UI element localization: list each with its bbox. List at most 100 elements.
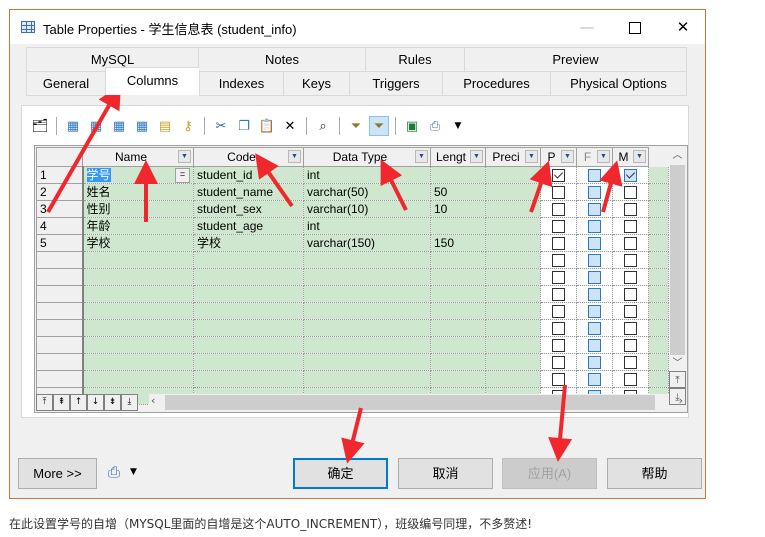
chevron-down-icon[interactable]: ▼ — [597, 150, 610, 163]
scroll-up-icon[interactable]: ︿ — [669, 147, 686, 164]
move-top-icon[interactable]: ⤒ — [669, 371, 686, 388]
empty-cell[interactable] — [485, 251, 541, 269]
checkbox-F[interactable] — [588, 220, 601, 234]
vertical-scrollbar[interactable]: ︿ ﹀ ⤒ ⤓ — [669, 147, 686, 405]
tab-keys[interactable]: Keys — [283, 71, 349, 96]
chevron-down-icon[interactable]: ▼ — [470, 150, 483, 163]
checkbox-P[interactable] — [552, 322, 565, 336]
checkbox-F[interactable] — [588, 271, 601, 285]
more-button[interactable]: More >> — [18, 458, 97, 489]
checkbox-M[interactable] — [624, 203, 637, 217]
cell-type[interactable]: int — [303, 217, 431, 235]
checkbox-M[interactable] — [624, 322, 637, 336]
empty-cell[interactable] — [430, 285, 486, 303]
empty-cell[interactable] — [193, 336, 304, 354]
tab-notes[interactable]: Notes — [198, 47, 365, 72]
checkbox-F[interactable] — [588, 203, 601, 217]
move-bottom-icon[interactable]: ⤓ — [669, 388, 686, 405]
checkbox-P[interactable] — [552, 254, 565, 268]
checkbox-P[interactable] — [552, 339, 565, 353]
empty-cell[interactable] — [485, 319, 541, 337]
cell-code[interactable]: student_id — [193, 166, 304, 184]
column-header-data-type[interactable]: Data Type ▼ — [303, 147, 431, 167]
page-down-icon[interactable]: ⇟ — [104, 394, 121, 411]
column-header-foreign[interactable]: F ▼ — [576, 147, 613, 167]
cell-name[interactable]: 年龄 — [82, 217, 194, 235]
chevron-down-icon[interactable]: ▼ — [178, 150, 191, 163]
empty-cell[interactable] — [430, 319, 486, 337]
checkbox-M[interactable] — [624, 220, 637, 234]
tab-procedures[interactable]: Procedures — [442, 71, 550, 96]
checkbox-M[interactable] — [624, 288, 637, 302]
checkbox-F[interactable] — [588, 288, 601, 302]
table-row[interactable]: 3 性别 student_sex varchar(10) 10 — [36, 200, 669, 218]
checkbox-P[interactable] — [552, 220, 565, 234]
ok-button[interactable]: 确定 — [293, 458, 388, 489]
cell-length[interactable] — [430, 217, 486, 235]
row-number[interactable]: 3 — [36, 200, 84, 218]
minimize-button[interactable]: — — [567, 16, 607, 38]
empty-cell[interactable] — [430, 302, 486, 320]
empty-cell[interactable] — [485, 302, 541, 320]
cell-code[interactable]: student_age — [193, 217, 304, 235]
vertical-scroll-thumb[interactable] — [670, 165, 685, 355]
delete-icon[interactable]: ✕ — [280, 116, 300, 136]
column-header-precision[interactable]: Preci ▼ — [485, 147, 541, 167]
checkbox-P[interactable] — [552, 288, 565, 302]
empty-cell[interactable] — [193, 268, 304, 286]
empty-cell[interactable] — [82, 370, 194, 388]
table-row[interactable]: 2 姓名 student_name varchar(50) 50 — [36, 183, 669, 201]
scroll-left-icon[interactable]: ‹ — [151, 394, 155, 407]
move-up-icon[interactable]: ↑ — [70, 394, 87, 411]
row-number[interactable]: 5 — [36, 234, 84, 252]
empty-cell[interactable] — [485, 336, 541, 354]
move-to-bottom-icon[interactable]: ⤓ — [121, 394, 138, 411]
checkbox-M[interactable] — [624, 237, 637, 251]
cell-length[interactable]: 150 — [430, 234, 486, 252]
row-number[interactable] — [36, 285, 84, 303]
empty-cell[interactable] — [303, 336, 431, 354]
empty-cell[interactable] — [82, 285, 194, 303]
table-row[interactable]: 5 学校 学校 varchar(150) 150 — [36, 234, 669, 252]
checkbox-P[interactable] — [552, 271, 565, 285]
filter-enabled-icon[interactable]: ⏷ — [369, 116, 389, 136]
checkbox-F[interactable] — [588, 169, 601, 183]
column-header-name[interactable]: Name ▼ — [82, 147, 194, 167]
row-number[interactable] — [36, 336, 84, 354]
copy-icon[interactable]: ❐ — [234, 116, 254, 136]
chevron-down-icon[interactable]: ▼ — [525, 150, 538, 163]
empty-cell[interactable] — [193, 370, 304, 388]
move-down-icon[interactable]: ↓ — [87, 394, 104, 411]
empty-cell[interactable] — [303, 370, 431, 388]
empty-cell[interactable] — [82, 319, 194, 337]
empty-row[interactable] — [36, 353, 669, 371]
close-button[interactable]: ✕ — [663, 16, 703, 38]
empty-row[interactable] — [36, 251, 669, 269]
cancel-button[interactable]: 取消 — [398, 458, 493, 489]
checkbox-M[interactable] — [624, 356, 637, 370]
empty-cell[interactable] — [430, 251, 486, 269]
move-to-top-icon[interactable]: ⤒ — [36, 394, 53, 411]
empty-row[interactable] — [36, 268, 669, 286]
cut-icon[interactable]: ✂ — [211, 116, 231, 136]
checkbox-P[interactable] — [552, 373, 565, 387]
find-icon[interactable]: ⌕ — [313, 116, 333, 136]
checkbox-P[interactable] — [552, 237, 565, 251]
tab-triggers[interactable]: Triggers — [349, 71, 442, 96]
checkbox-M[interactable] — [624, 186, 637, 200]
print-icon[interactable]: ⎙ — [108, 463, 120, 481]
checkbox-M[interactable] — [624, 254, 637, 268]
row-number[interactable]: 1 — [36, 166, 84, 184]
checkbox-P[interactable] — [552, 203, 565, 217]
chevron-down-icon[interactable]: ▼ — [633, 150, 646, 163]
cell-type[interactable]: varchar(150) — [303, 234, 431, 252]
insert-row-icon[interactable]: ▦ — [63, 116, 83, 136]
checkbox-M[interactable] — [624, 373, 637, 387]
paste-icon[interactable]: 📋 — [257, 116, 277, 136]
checkbox-F[interactable] — [588, 186, 601, 200]
cell-type[interactable]: varchar(10) — [303, 200, 431, 218]
checkbox-P[interactable] — [552, 356, 565, 370]
table-row[interactable]: 4 年龄 student_age int — [36, 217, 669, 235]
checkbox-P[interactable] — [552, 305, 565, 319]
checkbox-F[interactable] — [588, 305, 601, 319]
